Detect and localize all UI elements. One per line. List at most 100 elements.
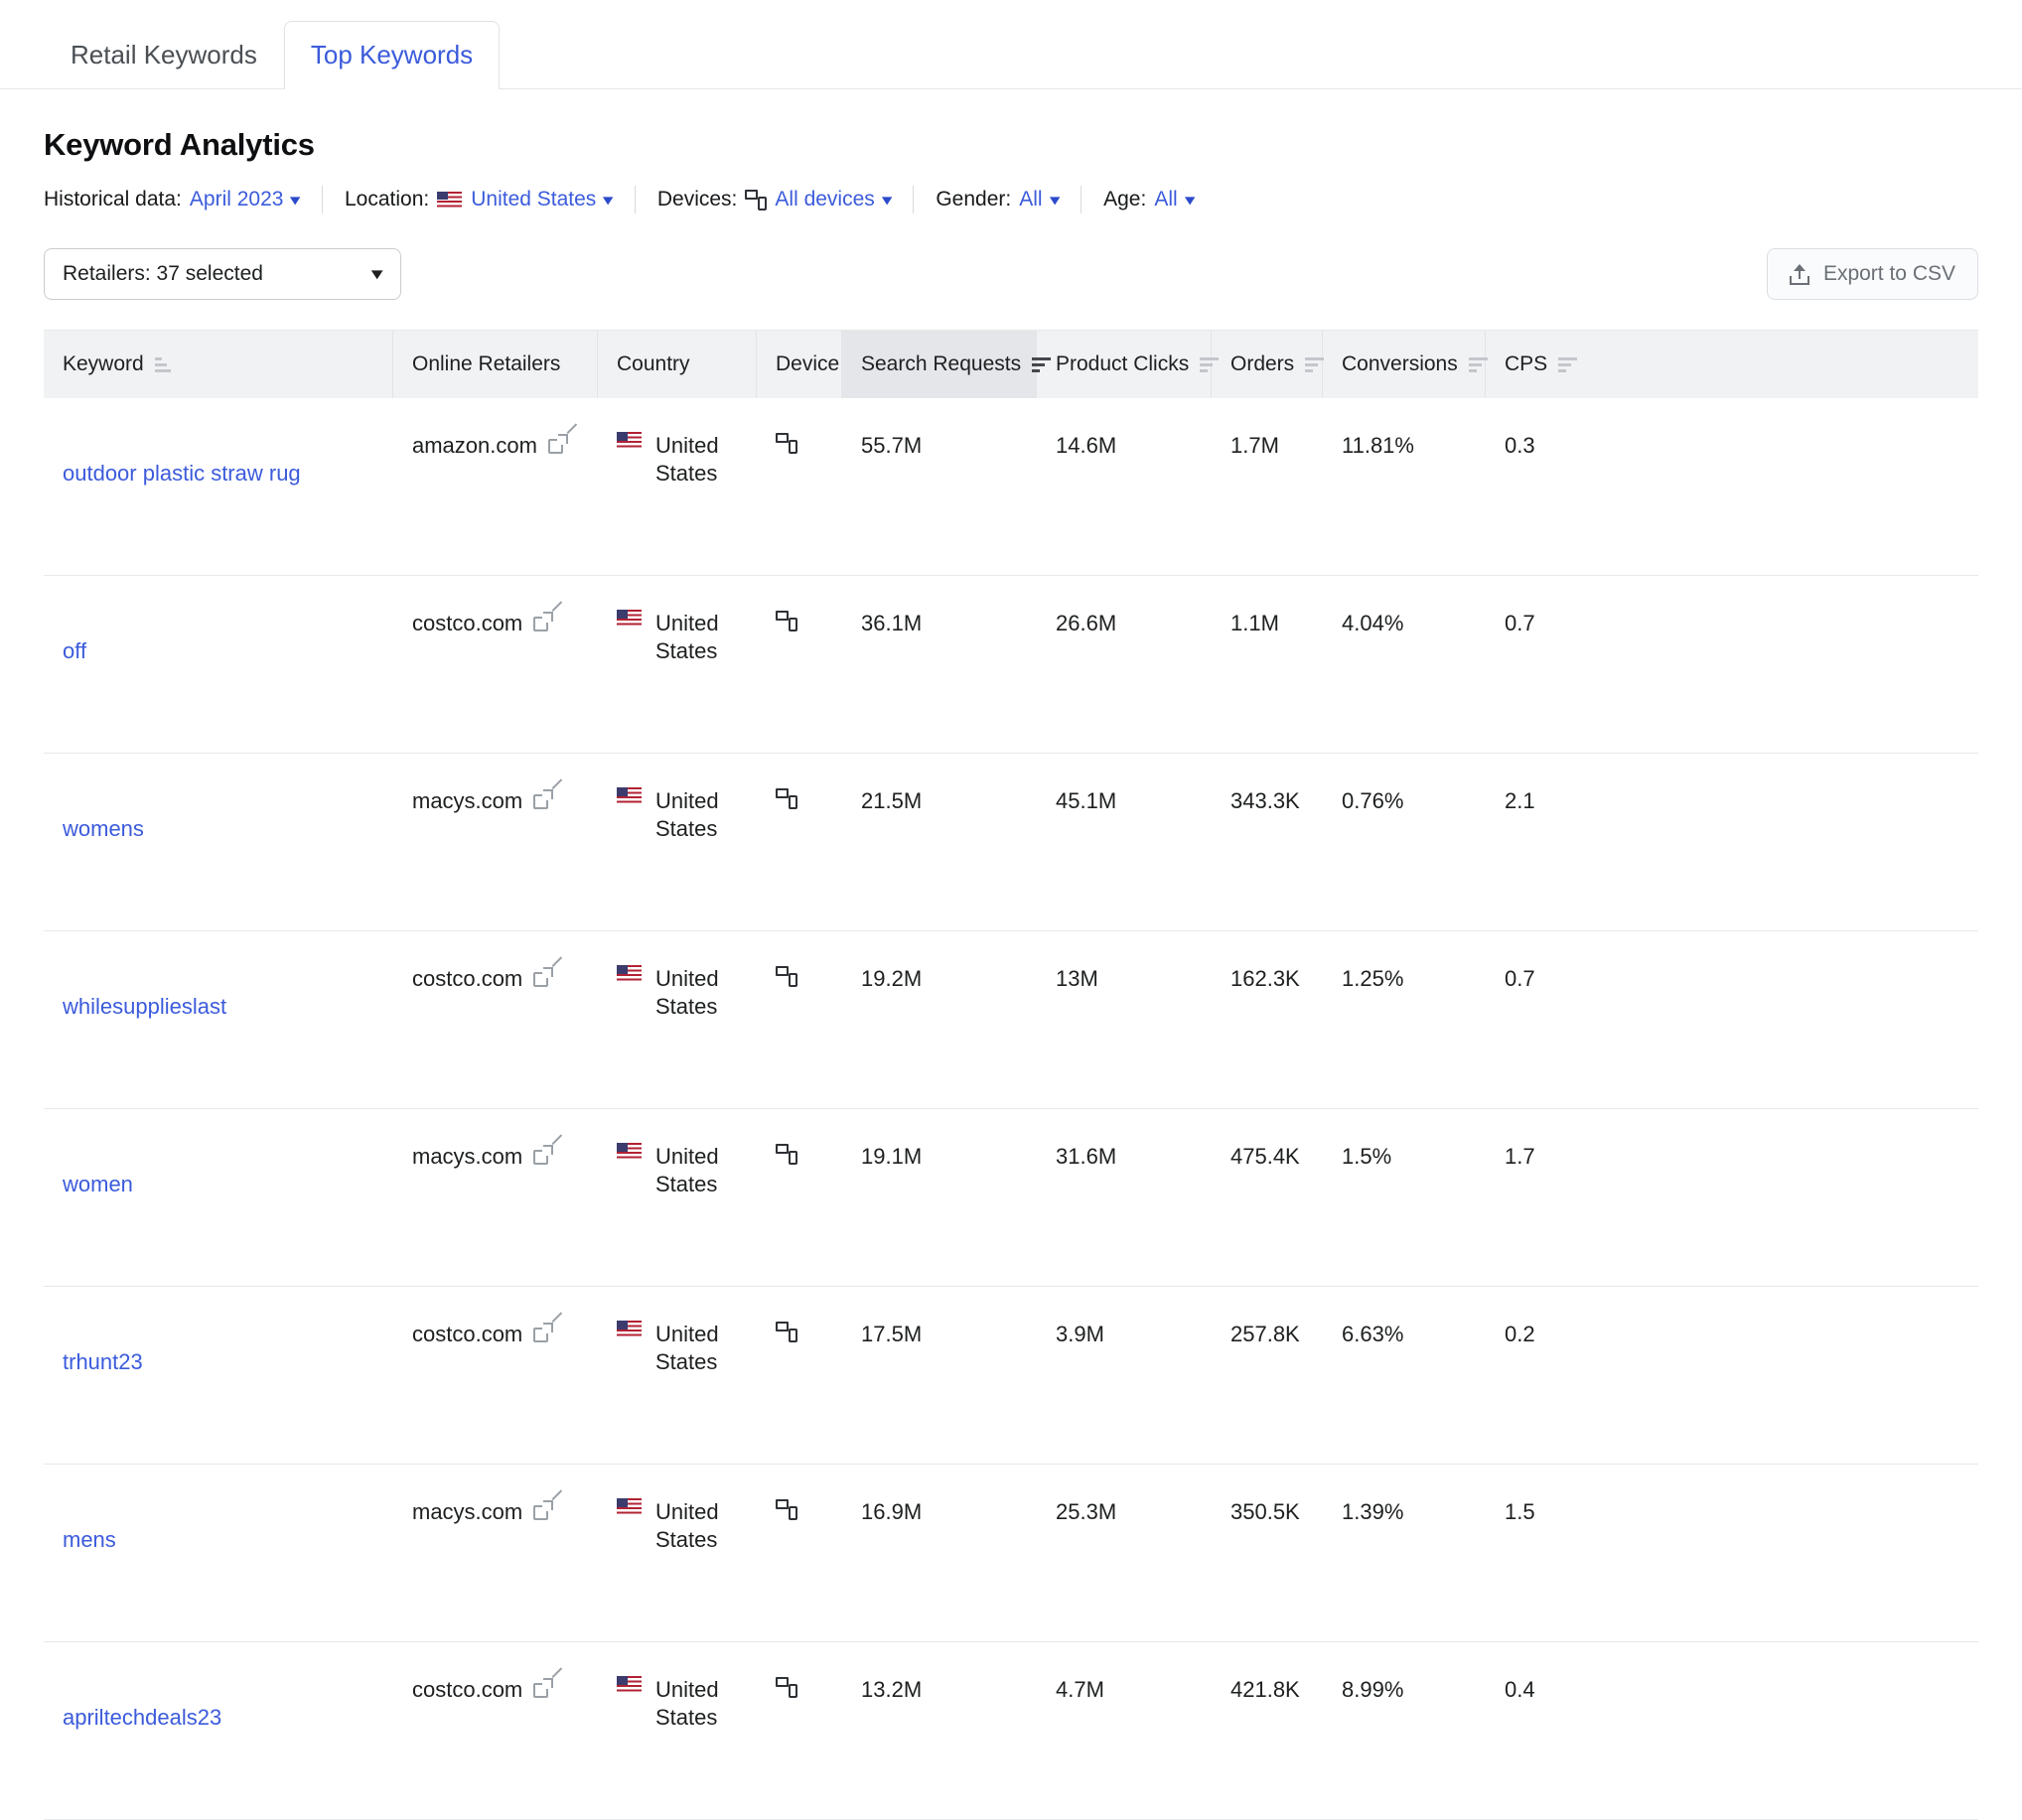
- table-row: whilesupplieslastcostco.comUnited States…: [44, 931, 1978, 1109]
- column-header-product-clicks[interactable]: Product Clicks: [1037, 331, 1212, 398]
- filter-location-value[interactable]: United States ▾: [437, 188, 613, 211]
- column-header-orders-label: Orders: [1230, 352, 1294, 376]
- filter-devices-text: All devices: [775, 188, 874, 211]
- cell-device: [757, 754, 842, 930]
- external-link-icon[interactable]: [533, 790, 552, 809]
- filter-gender-text: All: [1019, 188, 1042, 211]
- filter-gender[interactable]: Gender: All ▾: [936, 188, 1059, 211]
- keyword-link[interactable]: outdoor plastic straw rug: [63, 461, 301, 486]
- filter-devices-value[interactable]: All devices ▾: [745, 188, 891, 211]
- cell-cps: 0.4: [1486, 1642, 1585, 1819]
- table-row: trhunt23costco.comUnited States17.5M3.9M…: [44, 1287, 1978, 1465]
- cell-orders: 257.8K: [1212, 1287, 1323, 1464]
- column-header-country-label: Country: [617, 352, 690, 376]
- retailers-select[interactable]: Retailers: 37 selected ▾: [44, 248, 401, 300]
- country-name: United States: [655, 592, 738, 665]
- cell-conversions: 11.81%: [1323, 398, 1486, 575]
- filter-historical-data[interactable]: Historical data: April 2023 ▾: [44, 188, 300, 211]
- cell-country: United States: [598, 754, 757, 930]
- column-header-keyword[interactable]: Keyword: [44, 331, 393, 398]
- column-header-device[interactable]: Device: [757, 331, 842, 398]
- keyword-analytics-table: Keyword Online Retailers Country Device …: [44, 330, 1978, 1820]
- keyword-link[interactable]: whilesupplieslast: [63, 994, 226, 1019]
- filter-gender-value[interactable]: All ▾: [1019, 188, 1059, 211]
- table-row: outdoor plastic straw rugamazon.comUnite…: [44, 398, 1978, 576]
- filter-devices-label: Devices:: [657, 188, 738, 211]
- us-flag-icon: [617, 965, 642, 982]
- chevron-down-icon: ▾: [290, 192, 301, 208]
- external-link-icon[interactable]: [533, 1324, 552, 1342]
- tab-retail-keywords[interactable]: Retail Keywords: [44, 21, 284, 89]
- cell-product-clicks: 13M: [1037, 931, 1212, 1108]
- export-csv-button[interactable]: Export to CSV: [1767, 248, 1978, 300]
- external-link-icon[interactable]: [533, 968, 552, 987]
- cell-cps: 0.7: [1486, 931, 1585, 1108]
- cell-online-retailer: amazon.com: [393, 398, 598, 575]
- filter-gender-label: Gender:: [936, 188, 1011, 211]
- column-header-orders[interactable]: Orders: [1212, 331, 1323, 398]
- cell-online-retailer: costco.com: [393, 1287, 598, 1464]
- external-link-icon[interactable]: [533, 1501, 552, 1520]
- cell-orders: 421.8K: [1212, 1642, 1323, 1819]
- column-header-online-retailers[interactable]: Online Retailers: [393, 331, 598, 398]
- cell-conversions: 4.04%: [1323, 576, 1486, 753]
- external-link-icon[interactable]: [533, 1146, 552, 1165]
- filter-historical-data-value[interactable]: April 2023 ▾: [190, 188, 300, 211]
- cell-search-requests: 16.9M: [842, 1465, 1037, 1641]
- filter-location-label: Location:: [345, 188, 429, 211]
- filter-location[interactable]: Location: United States ▾: [345, 188, 613, 211]
- cell-search-requests: 55.7M: [842, 398, 1037, 575]
- filter-age-value[interactable]: All ▾: [1154, 188, 1194, 211]
- column-header-country[interactable]: Country: [598, 331, 757, 398]
- cell-cps: 1.5: [1486, 1465, 1585, 1641]
- filter-age-text: All: [1154, 188, 1177, 211]
- column-header-cps[interactable]: CPS: [1486, 331, 1585, 398]
- keyword-link[interactable]: trhunt23: [63, 1349, 143, 1374]
- tab-top-keywords[interactable]: Top Keywords: [284, 21, 500, 89]
- filter-location-text: United States: [471, 188, 596, 211]
- filter-age[interactable]: Age: All ▾: [1103, 188, 1194, 211]
- cell-device: [757, 931, 842, 1108]
- cell-product-clicks: 45.1M: [1037, 754, 1212, 930]
- cell-keyword: trhunt23: [44, 1287, 393, 1464]
- cell-online-retailer: macys.com: [393, 1109, 598, 1286]
- keyword-link[interactable]: off: [63, 638, 86, 663]
- column-header-conversions[interactable]: Conversions: [1323, 331, 1486, 398]
- retailer-name: costco.com: [412, 965, 522, 993]
- table-row: womenmacys.comUnited States19.1M31.6M475…: [44, 1109, 1978, 1287]
- cell-country: United States: [598, 1287, 757, 1464]
- cell-country: United States: [598, 576, 757, 753]
- country-name: United States: [655, 1303, 738, 1376]
- us-flag-icon: [617, 1143, 642, 1160]
- all-devices-icon: [776, 965, 797, 987]
- filter-devices[interactable]: Devices: All devices ▾: [657, 188, 891, 211]
- external-link-icon[interactable]: [533, 1679, 552, 1698]
- filter-divider: [322, 186, 323, 213]
- filter-bar: Historical data: April 2023 ▾ Location: …: [44, 185, 1978, 214]
- us-flag-icon: [617, 1321, 642, 1337]
- cell-online-retailer: costco.com: [393, 931, 598, 1108]
- cell-device: [757, 576, 842, 753]
- sort-icon: [1558, 356, 1577, 372]
- column-header-search-requests[interactable]: Search Requests: [842, 331, 1037, 398]
- table-body: outdoor plastic straw rug amazon.com Unite…: [44, 398, 1978, 1820]
- external-link-icon[interactable]: [533, 613, 552, 631]
- cell-cps: 0.7: [1486, 576, 1585, 753]
- cell-keyword: apriltechdeals23: [44, 1642, 393, 1819]
- keyword-link[interactable]: apriltechdeals23: [63, 1705, 221, 1730]
- keyword-link[interactable]: mens: [63, 1527, 116, 1552]
- cell-conversions: 8.99%: [1323, 1642, 1486, 1819]
- country-name: United States: [655, 1480, 738, 1554]
- cell-country: United States: [598, 1642, 757, 1819]
- column-header-online-retailers-label: Online Retailers: [412, 352, 560, 376]
- cell-orders: 343.3K: [1212, 754, 1323, 930]
- chevron-down-icon: ▾: [603, 192, 614, 208]
- keyword-link[interactable]: womens: [63, 816, 144, 841]
- country-name: United States: [655, 1658, 738, 1732]
- keyword-link[interactable]: women: [63, 1172, 133, 1196]
- external-link-icon[interactable]: [548, 435, 567, 454]
- table-row: womensmacys.comUnited States21.5M45.1M34…: [44, 754, 1978, 931]
- cell-search-requests: 19.1M: [842, 1109, 1037, 1286]
- cell-conversions: 0.76%: [1323, 754, 1486, 930]
- all-devices-icon: [776, 610, 797, 631]
